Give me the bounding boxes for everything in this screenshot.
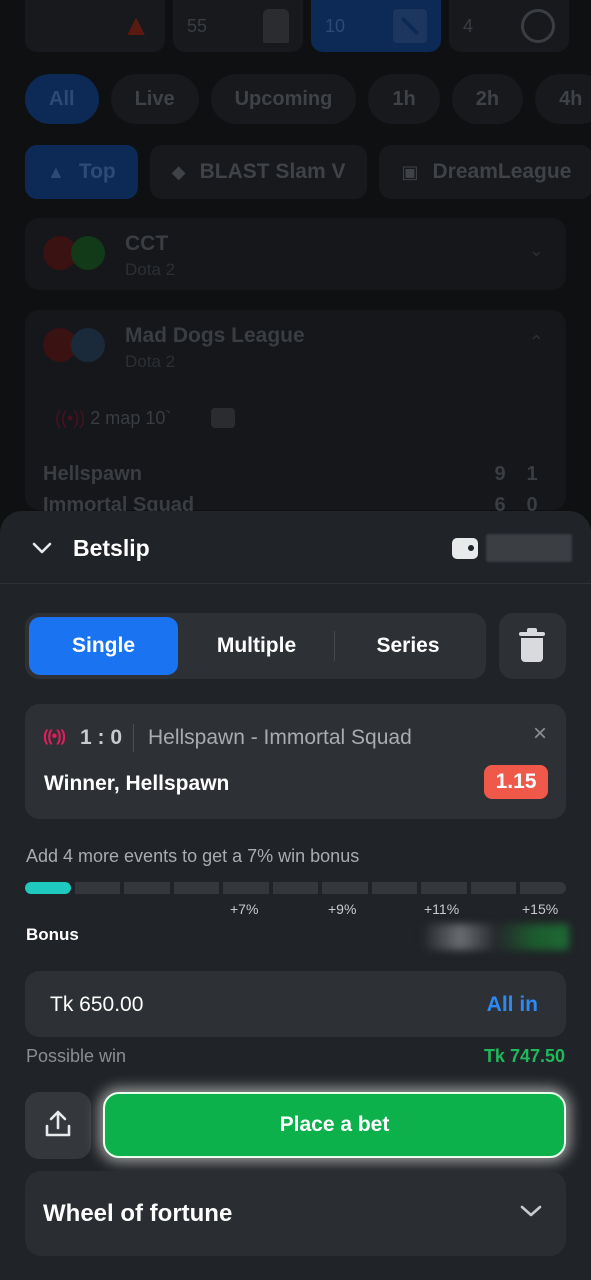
place-bet-button[interactable]: Place a bet [103,1092,566,1158]
filter-live[interactable]: Live [110,74,199,124]
tab-multiple[interactable]: Multiple [182,617,331,675]
game-tab-lol[interactable]: 4 [449,0,569,52]
filter-upcoming[interactable]: Upcoming [210,74,357,124]
filter-4h[interactable]: 4h [535,74,591,124]
progress-segment [173,882,220,894]
game-tab-dota[interactable]: 10 [311,0,441,52]
progress-segment [421,882,467,894]
filter-all[interactable]: All [25,74,99,124]
blast-icon: ◆ [171,161,186,182]
cct-logo-icon [71,236,105,270]
filter-2h[interactable]: 2h [451,74,524,124]
stake-value[interactable]: Tk 650.00 [50,993,143,1017]
dota-icon [393,9,427,43]
game-tab-count: 4 [463,15,474,36]
wallet-icon [452,538,478,559]
tournament-row: ▲ Top ◆ BLAST Slam V ▣ DreamLeague [25,145,591,199]
game-tabs: ▲ 55 10 4 [25,0,591,52]
balance-hidden [486,534,572,562]
league-name: Mad Dogs League [125,324,305,347]
bonus-level: +9% [328,901,357,917]
game-tab-cs[interactable]: 55 [173,0,303,52]
tab-single[interactable]: Single [29,617,178,675]
possible-win-label: Possible win [26,1046,127,1066]
team-name: Hellspawn [43,463,142,485]
progress-segment [371,882,418,894]
progress-segment [25,882,71,894]
lol-icon [521,9,555,43]
bet-type-switch: Single Multiple Series [25,613,486,679]
chevron-down-icon[interactable]: ⌄ [529,240,544,261]
team-score: 1 [526,463,538,485]
tournament-blast[interactable]: ◆ BLAST Slam V [149,145,368,199]
wheel-of-fortune-title: Wheel of fortune [43,1200,233,1227]
bonus-value-hidden [424,924,569,950]
bonus-label: Bonus [26,925,79,944]
bonus-message: Add 4 more events to get a 7% win bonus [26,846,360,866]
progress-segment [322,882,368,894]
league-game: Dota 2 [125,260,176,279]
league-game: Dota 2 [125,352,176,371]
live-status: 2 map 10` [90,408,172,428]
betslip-header[interactable]: Betslip [0,511,591,584]
league-card-cct[interactable]: CCT Dota 2 ⌄ [25,218,566,290]
bet-card: ((•)) 1 : 0 Hellspawn - Immortal Squad ×… [25,704,566,819]
share-icon [45,1110,71,1137]
progress-segment [124,882,170,894]
filter-1h[interactable]: 1h [368,74,440,124]
chevron-down-icon[interactable] [520,1204,542,1218]
bonus-level: +15% [522,901,559,917]
progress-segment [470,882,517,894]
counter-strike-icon [263,9,289,43]
progress-segment [272,882,319,894]
tournament-label: Top [78,160,116,183]
progress-segment [223,882,269,894]
tournament-label: DreamLeague [432,160,572,183]
background-page: ▲ 55 10 4 All Live Upcoming 1h 2h 4h ▲ T… [0,0,591,560]
bonus-progress-bar [25,882,567,894]
bonus-level: +11% [424,901,460,917]
wheel-of-fortune-panel[interactable]: Wheel of fortune [25,1171,566,1256]
progress-segment [520,882,567,894]
game-tab-top[interactable]: ▲ [25,0,165,52]
clear-betslip-button[interactable] [499,613,566,679]
betslip-sheet: Betslip Single Multiple Series ((•)) 1 :… [0,511,591,1280]
league-name: CCT [125,232,169,255]
match-score: 1 : 0 [80,726,123,749]
team-score: 9 [494,463,506,485]
betslip-title: Betslip [73,535,150,561]
tab-series[interactable]: Series [334,617,482,675]
tournament-dreamleague[interactable]: ▣ DreamLeague [379,145,591,199]
tournament-top[interactable]: ▲ Top [25,145,138,199]
odds-badge: 1.15 [484,765,548,799]
dreamleague-icon: ▣ [401,161,419,182]
league-card-mad-dogs[interactable]: Mad Dogs League Dota 2 ⌃ ((•)) 2 map 10`… [25,310,566,516]
game-tab-count: 10 [325,15,346,36]
chevron-down-icon[interactable] [32,538,52,558]
tournament-label: BLAST Slam V [199,160,346,183]
mad-dogs-logo-icon [71,328,105,362]
bet-selection: Winner, Hellspawn [44,772,230,795]
progress-segment [74,882,121,894]
team-row[interactable]: Hellspawn 91 [43,463,548,486]
possible-win-value: Tk 747.50 [483,1046,565,1066]
live-icon: ((•)) [55,408,86,428]
chevron-up-icon[interactable]: ⌃ [529,332,544,353]
all-in-button[interactable]: All in [487,993,538,1017]
stake-input[interactable]: Tk 650.00 All in [25,971,566,1037]
match-name: Hellspawn - Immortal Squad [148,726,412,749]
bonus-level: +7% [230,901,259,917]
flame-icon: ▲ [121,9,151,42]
flame-icon: ▲ [47,161,65,182]
tv-icon[interactable] [211,408,235,428]
close-icon[interactable]: × [528,722,552,746]
share-button[interactable] [25,1092,91,1159]
live-icon: ((•)) [43,728,66,745]
time-filter-row: All Live Upcoming 1h 2h 4h [25,74,591,124]
game-tab-count: 55 [187,15,208,36]
divider [133,724,134,752]
